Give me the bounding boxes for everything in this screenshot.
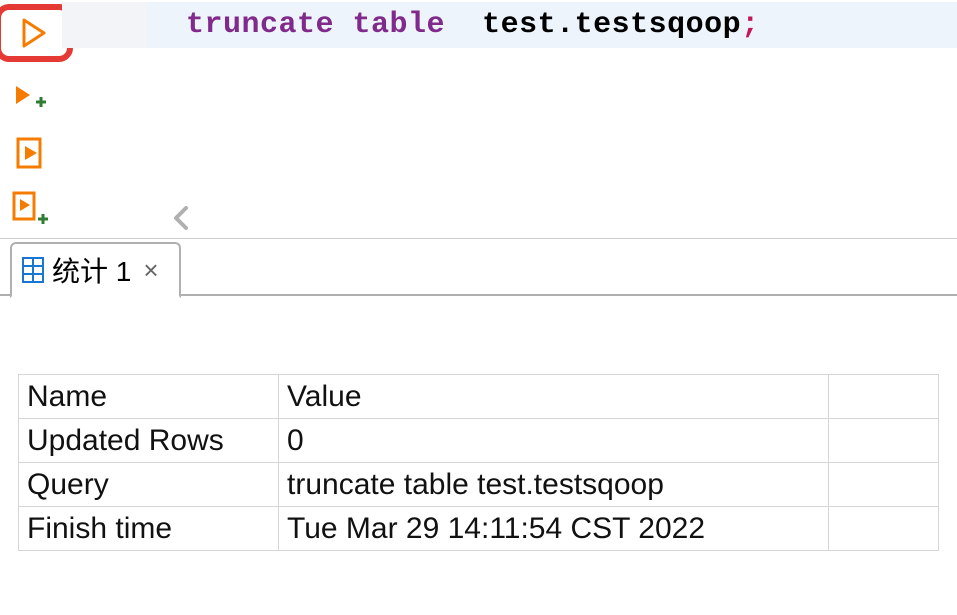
table-row[interactable]: Finish time Tue Mar 29 14:11:54 CST 2022 — [19, 507, 939, 551]
cell-value: 0 — [279, 419, 829, 463]
script-play-icon — [15, 136, 47, 170]
play-plus-icon — [14, 82, 48, 112]
explain-plan-new-button[interactable] — [7, 188, 55, 230]
sql-toolbar — [0, 0, 62, 238]
sql-editor-window: truncate table test.testsqoop ; — [0, 0, 957, 615]
play-icon — [21, 18, 47, 48]
tab-label: 统计 1 — [52, 250, 131, 290]
sql-object: test.testsqoop — [482, 8, 741, 42]
results-panel: Name Value Updated Rows 0 Query truncate… — [0, 296, 957, 615]
sql-keyword: table — [353, 8, 446, 42]
cell-name: Query — [19, 463, 279, 507]
results-table: Name Value Updated Rows 0 Query truncate… — [18, 374, 939, 551]
sql-terminator: ; — [741, 8, 760, 42]
table-icon — [22, 257, 44, 283]
col-header-value[interactable]: Value — [279, 375, 829, 419]
editor-area: truncate table test.testsqoop ; — [0, 0, 957, 238]
cell-value: Tue Mar 29 14:11:54 CST 2022 — [279, 507, 829, 551]
run-new-tab-button[interactable] — [7, 76, 55, 118]
table-header-row: Name Value — [19, 375, 939, 419]
sql-keyword: truncate — [186, 8, 334, 42]
sql-editor[interactable]: truncate table test.testsqoop ; — [62, 0, 957, 238]
cell-name: Finish time — [19, 507, 279, 551]
explain-plan-button[interactable] — [7, 132, 55, 174]
tab-statistics-1[interactable]: 统计 1 × — [10, 242, 181, 298]
cell-value: truncate table test.testsqoop — [279, 463, 829, 507]
table-row[interactable]: Query truncate table test.testsqoop — [19, 463, 939, 507]
col-header-name[interactable]: Name — [19, 375, 279, 419]
script-play-plus-icon — [12, 191, 50, 227]
tab-close-button[interactable]: × — [139, 255, 162, 286]
table-row[interactable]: Updated Rows 0 — [19, 419, 939, 463]
sql-statement[interactable]: truncate table test.testsqoop ; — [146, 2, 957, 48]
col-header-blank — [829, 375, 939, 419]
editor-scroll-hint — [62, 198, 957, 238]
chevron-left-icon — [170, 205, 194, 231]
results-tabstrip: 统计 1 × — [0, 238, 957, 296]
editor-gutter — [62, 2, 146, 48]
cell-name: Updated Rows — [19, 419, 279, 463]
